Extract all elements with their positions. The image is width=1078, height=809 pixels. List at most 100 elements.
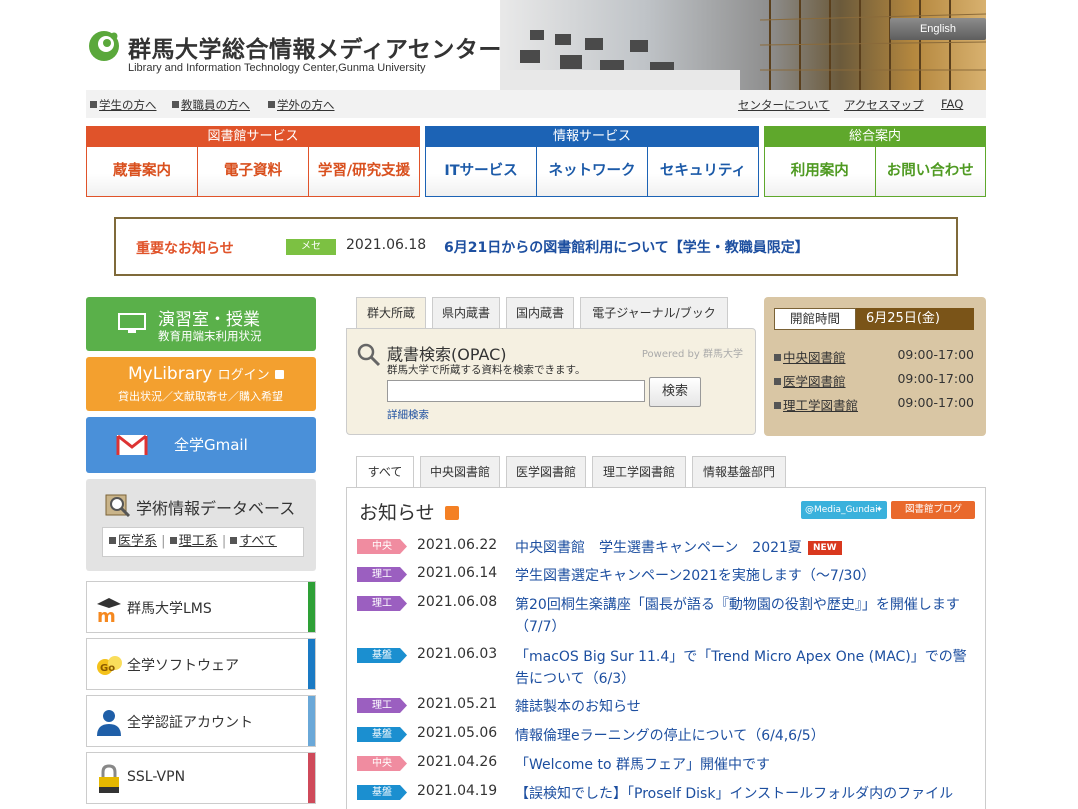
news-date: 2021.04.19 — [417, 783, 498, 799]
link-for-visitors[interactable]: 学外の方へ — [268, 97, 335, 113]
bullet-icon — [109, 537, 116, 544]
news-tab-science[interactable]: 理工学図書館 — [592, 456, 686, 488]
hours-row: 医学図書館 09:00-17:00 — [774, 371, 974, 390]
gmail-button[interactable]: 全学Gmail — [86, 417, 316, 473]
news-link[interactable]: 中央図書館 学生選書キャンペーン 2021夏 NEW — [515, 537, 975, 559]
category-badge: 基盤 — [357, 648, 407, 663]
nav-general-info: 総合案内 利用案内 お問い合わせ — [764, 126, 986, 197]
nav-item-contact[interactable]: お問い合わせ — [874, 147, 985, 196]
accent-bar — [308, 696, 315, 746]
twitter-button[interactable]: @Media_Gundai ✦ — [801, 501, 887, 519]
category-badge: 理工 — [357, 698, 407, 713]
service-account-label: 全学認証アカウント — [127, 715, 253, 731]
service-software[interactable]: Go 全学ソフトウェア — [86, 638, 316, 690]
service-sslvpn[interactable]: SSL-VPN — [86, 752, 316, 804]
library-blog-button[interactable]: 図書館ブログ — [891, 501, 975, 519]
moodle-icon: m — [97, 598, 121, 624]
bullet-icon — [230, 537, 238, 544]
utility-bar: 学生の方へ 教職員の方へ 学外の方へ センターについて アクセスマップ FAQ — [86, 90, 986, 118]
database-title: 学術情報データベース — [136, 499, 296, 518]
search-input[interactable] — [387, 380, 645, 402]
link-access-map[interactable]: アクセスマップ — [844, 97, 924, 113]
news-link[interactable]: 【誤検知でした】「Proself Disk」インストールフォルダ内のファイル — [515, 783, 975, 805]
notice-category-badge: メセ — [286, 239, 336, 255]
enshu-title: 演習室・授業 — [158, 310, 260, 330]
news-tab-central[interactable]: 中央図書館 — [420, 456, 500, 488]
category-badge: 理工 — [357, 567, 407, 582]
mylibrary-button[interactable]: MyLibrary ログイン 貸出状況／文献取寄せ／購入希望 — [86, 357, 316, 411]
padlock-icon — [99, 764, 119, 793]
news-tab-infra[interactable]: 情報基盤部門 — [692, 456, 786, 488]
search-button[interactable]: 検索 — [649, 377, 701, 407]
monitor-icon — [118, 313, 146, 333]
link-for-staff[interactable]: 教職員の方へ — [172, 97, 250, 113]
news-date: 2021.04.26 — [417, 754, 498, 770]
search-tab-prefecture[interactable]: 県内蔵書 — [432, 297, 500, 328]
service-software-label: 全学ソフトウェア — [127, 658, 239, 674]
library-name-link[interactable]: 理工学図書館 — [783, 398, 858, 413]
notice-link[interactable]: 6月21日からの図書館利用について【学生・教職員限定】 — [444, 237, 809, 257]
nav-item-it-services[interactable]: ITサービス — [426, 147, 536, 196]
opac-description: 群馬大学で所蔵する資料を検索できます。 — [387, 364, 586, 376]
logo-icon[interactable] — [86, 28, 122, 64]
bullet-icon — [169, 537, 177, 544]
bullet-icon — [774, 402, 781, 409]
news-link[interactable]: 情報倫理eラーニングの停止について（6/4,6/5） — [515, 725, 975, 747]
nav-item-study-support[interactable]: 学習/研究支援 — [308, 147, 419, 196]
search-tab-gundai[interactable]: 群大所蔵 — [356, 297, 426, 329]
search-icon — [357, 343, 381, 367]
news-link[interactable]: 「Welcome to 群馬フェア」開催中です — [515, 754, 975, 776]
nav-item-usage-guide[interactable]: 利用案内 — [765, 147, 875, 196]
news-link[interactable]: 第20回桐生楽講座「園長が語る『動物園の役割や歴史』」を開催します（7/7） — [515, 594, 975, 638]
db-link-medical[interactable]: 医学系 — [118, 534, 157, 549]
search-tab-national[interactable]: 国内蔵書 — [506, 297, 574, 328]
gmail-icon — [116, 434, 148, 455]
enshu-button[interactable]: 演習室・授業 教育用端末利用状況 — [86, 297, 316, 351]
news-date: 2021.06.03 — [417, 646, 498, 662]
english-button[interactable]: English — [890, 18, 986, 40]
category-badge: 中央 — [357, 539, 407, 554]
hours-time: 09:00-17:00 — [897, 395, 974, 410]
search-tab-ejournal[interactable]: 電子ジャーナル/ブック — [580, 297, 728, 328]
bullet-icon — [90, 101, 97, 108]
link-faq[interactable]: FAQ — [941, 97, 963, 111]
category-badge: 基盤 — [357, 727, 407, 742]
db-link-science[interactable]: 理工系 — [179, 534, 218, 549]
hours-row: 理工学図書館 09:00-17:00 — [774, 395, 974, 414]
db-link-all[interactable]: すべて — [239, 534, 277, 549]
link-for-students[interactable]: 学生の方へ — [90, 97, 157, 113]
news-date: 2021.05.21 — [417, 696, 498, 712]
news-link[interactable]: 学生図書選定キャンペーン2021を実施します（〜7/30） — [515, 565, 975, 587]
database-box: 学術情報データベース 医学系 | 理工系 | すべて — [86, 479, 316, 571]
site-subtitle: Library and Information Technology Cente… — [128, 62, 426, 74]
nav-item-security[interactable]: セキュリティ — [647, 147, 758, 196]
news-tab-all[interactable]: すべて — [356, 456, 414, 489]
category-badge: 中央 — [357, 756, 407, 771]
header-photo — [500, 0, 986, 90]
nav-library-title: 図書館サービス — [86, 126, 420, 147]
nav-item-network[interactable]: ネットワーク — [536, 147, 647, 196]
link-about-center[interactable]: センターについて — [738, 97, 830, 113]
accent-bar — [308, 582, 315, 632]
library-name-link[interactable]: 中央図書館 — [783, 350, 846, 365]
news-tab-medical[interactable]: 医学図書館 — [506, 456, 586, 488]
mylibrary-subtitle: 貸出状況／文献取寄せ／購入希望 — [118, 390, 283, 403]
rss-icon[interactable] — [445, 506, 459, 520]
site-title[interactable]: 群馬大学総合情報メディアセンター — [128, 30, 502, 64]
category-badge: 基盤 — [357, 785, 407, 800]
service-account[interactable]: 全学認証アカウント — [86, 695, 316, 747]
news-date: 2021.06.22 — [417, 537, 498, 553]
news-link[interactable]: 「macOS Big Sur 11.4」で「Trend Micro Apex O… — [515, 646, 975, 690]
news-link[interactable]: 雑誌製本のお知らせ — [515, 696, 975, 718]
service-lms[interactable]: m 群馬大学LMS — [86, 581, 316, 633]
bullet-icon — [774, 354, 781, 361]
nav-item-collection[interactable]: 蔵書案内 — [87, 147, 197, 196]
nav-info-title: 情報サービス — [425, 126, 759, 147]
magnifier-book-icon — [105, 494, 131, 518]
library-name-link[interactable]: 医学図書館 — [783, 374, 846, 389]
nav-info-services: 情報サービス ITサービス ネットワーク セキュリティ — [425, 126, 759, 197]
bullet-icon — [268, 101, 275, 108]
advanced-search-link[interactable]: 詳細検索 — [387, 407, 429, 422]
notice-label: 重要なお知らせ — [136, 241, 234, 257]
nav-item-e-resources[interactable]: 電子資料 — [197, 147, 308, 196]
